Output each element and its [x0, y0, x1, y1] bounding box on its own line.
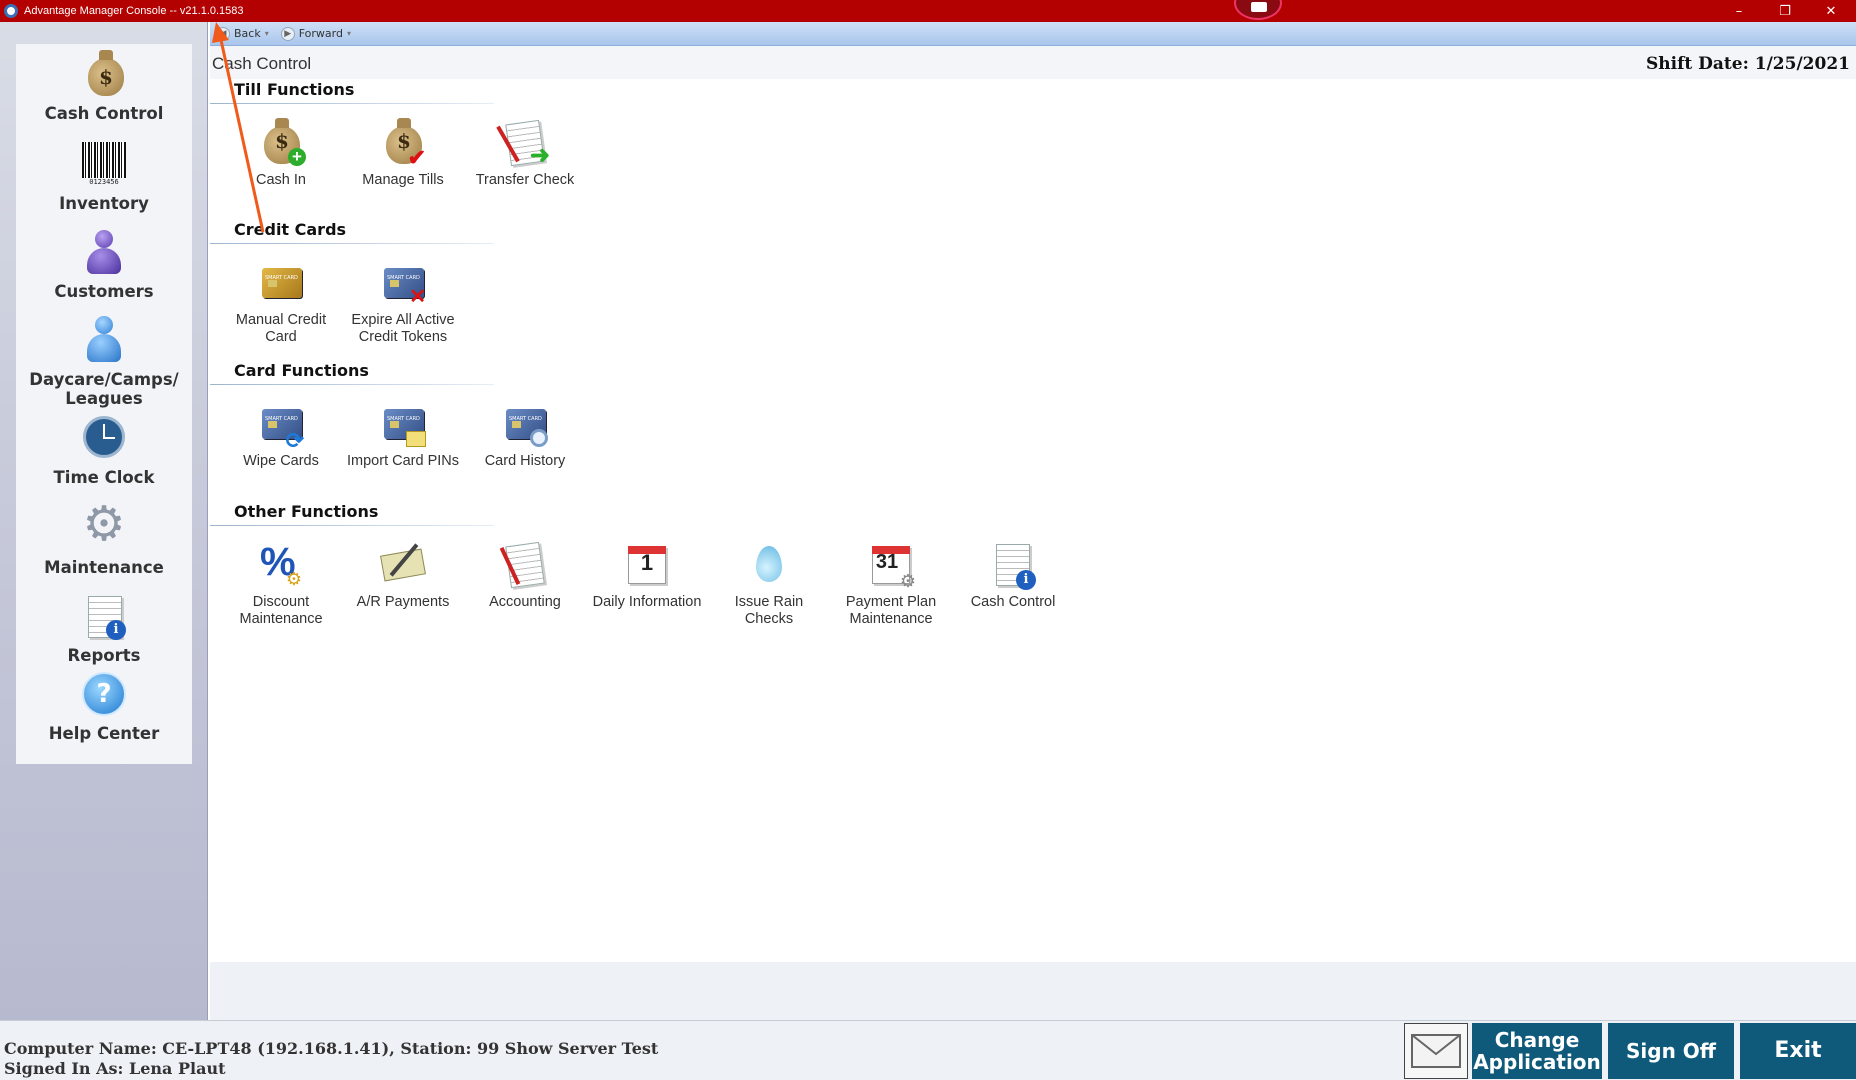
money-bag-icon: $	[80, 50, 128, 98]
cash-in-icon: $ +	[256, 118, 306, 168]
back-button[interactable]: ◀ Back ▾	[216, 26, 269, 41]
person-blue-icon	[80, 316, 128, 364]
tile-manual-credit-card[interactable]: Manual Credit Card	[222, 258, 340, 346]
back-arrow-icon: ◀	[216, 26, 230, 41]
credit-card-icon	[256, 258, 306, 308]
calendar-1-icon: 1	[622, 540, 672, 590]
session-info: Computer Name: CE-LPT48 (192.168.1.41), …	[4, 1039, 658, 1079]
page-title: Cash Control	[212, 54, 312, 73]
sidebar-item-inventory[interactable]: 0123456 Inventory	[16, 140, 192, 213]
sidebar-item-maintenance[interactable]: ⚙ Maintenance	[16, 496, 192, 577]
content-footer	[210, 962, 1856, 1020]
report-icon: i	[80, 592, 128, 640]
forward-arrow-icon: ▶	[280, 26, 295, 41]
tile-manage-tills[interactable]: $ ✔ Manage Tills	[344, 118, 462, 189]
sidebar-item-help-center[interactable]: ? Help Center	[16, 670, 192, 743]
tile-import-card-pins[interactable]: Import Card PINs	[344, 399, 462, 470]
sidebar-item-customers[interactable]: Customers	[16, 228, 192, 301]
window-title: Advantage Manager Console -- v21.1.0.158…	[24, 5, 244, 17]
sidebar-item-reports[interactable]: i Reports	[16, 592, 192, 665]
sidebar-item-time-clock[interactable]: Time Clock	[16, 414, 192, 487]
envelope-icon	[1411, 1034, 1461, 1068]
recording-indicator-icon[interactable]	[1234, 0, 1282, 20]
sidebar-item-daycare-camps-leagues[interactable]: Daycare/Camps/ Leagues	[16, 316, 192, 408]
exit-button[interactable]: Exit	[1740, 1023, 1856, 1079]
section-title-other-functions: Other Functions	[234, 502, 379, 521]
calendar-31-icon: 31 ⚙	[866, 540, 916, 590]
restore-button[interactable]: ❐	[1762, 0, 1808, 22]
section-divider	[210, 384, 494, 385]
change-application-button[interactable]: Change Application	[1472, 1023, 1602, 1079]
forward-button[interactable]: ▶ Forward ▾	[280, 26, 351, 41]
section-title-till-functions: Till Functions	[234, 80, 355, 99]
status-bar: Computer Name: CE-LPT48 (192.168.1.41), …	[0, 1020, 1856, 1080]
minimize-button[interactable]: –	[1716, 0, 1762, 22]
back-dropdown-icon[interactable]: ▾	[265, 29, 269, 38]
shift-date: Shift Date: 1/25/2021	[1645, 54, 1850, 74]
tile-wipe-cards[interactable]: ⟳ Wipe Cards	[222, 399, 340, 470]
sign-off-button[interactable]: Sign Off	[1608, 1023, 1734, 1079]
computer-name: Computer Name: CE-LPT48 (192.168.1.41), …	[4, 1039, 659, 1058]
card-history-icon	[500, 399, 550, 449]
tile-issue-rain-checks[interactable]: Issue Rain Checks	[710, 540, 828, 628]
tile-accounting[interactable]: Accounting	[466, 540, 584, 611]
check-pen-icon	[378, 540, 428, 590]
page-header: Cash Control Shift Date: 1/25/2021	[210, 46, 1856, 79]
close-button[interactable]: ✕	[1808, 0, 1854, 22]
import-pins-icon	[378, 399, 428, 449]
main-content: Cash Control Shift Date: 1/25/2021 Till …	[210, 46, 1856, 962]
section-divider	[210, 243, 494, 244]
expire-card-icon: ✕	[378, 258, 428, 308]
tile-cash-control-report[interactable]: i Cash Control	[954, 540, 1072, 611]
tile-daily-information[interactable]: 1 Daily Information	[588, 540, 706, 611]
section-divider	[210, 525, 494, 526]
person-icon	[80, 228, 128, 276]
tile-cash-in[interactable]: $ + Cash In	[222, 118, 340, 189]
accounting-icon	[499, 540, 550, 590]
app-logo-icon	[4, 4, 18, 18]
tile-expire-credit-tokens[interactable]: ✕ Expire All Active Credit Tokens	[344, 258, 462, 346]
tile-card-history[interactable]: Card History	[466, 399, 584, 470]
transfer-check-icon: ➜	[496, 118, 550, 168]
tile-payment-plan-maintenance[interactable]: 31 ⚙ Payment Plan Maintenance	[832, 540, 950, 628]
barcode-icon: 0123456	[80, 140, 128, 188]
tile-discount-maintenance[interactable]: % ⚙ Discount Maintenance	[222, 540, 340, 628]
raindrop-icon	[744, 540, 794, 590]
section-divider	[210, 103, 494, 104]
section-title-credit-cards: Credit Cards	[234, 220, 347, 239]
gear-icon: ⚙	[82, 496, 126, 552]
signed-in-user: Signed In As: Lena Plaut	[4, 1059, 226, 1078]
percent-icon: % ⚙	[260, 540, 302, 589]
navigation-bar: ◀ Back ▾ ▶ Forward ▾	[210, 22, 1856, 46]
manage-tills-icon: $ ✔	[378, 118, 428, 169]
tile-ar-payments[interactable]: A/R Payments	[344, 540, 462, 611]
forward-dropdown-icon[interactable]: ▾	[347, 29, 351, 38]
clock-icon	[80, 414, 128, 462]
sidebar-item-cash-control[interactable]: $ Cash Control	[16, 50, 192, 123]
title-bar: Advantage Manager Console -- v21.1.0.158…	[0, 0, 1856, 22]
messages-button[interactable]	[1404, 1023, 1468, 1079]
help-icon: ?	[80, 670, 128, 718]
section-title-card-functions: Card Functions	[234, 361, 369, 380]
wipe-card-icon: ⟳	[256, 399, 306, 452]
sidebar: $ Cash Control 0123456 Inventory Custome…	[16, 44, 192, 764]
tile-transfer-check[interactable]: ➜ Transfer Check	[466, 118, 584, 189]
cash-control-report-icon: i	[988, 540, 1038, 590]
